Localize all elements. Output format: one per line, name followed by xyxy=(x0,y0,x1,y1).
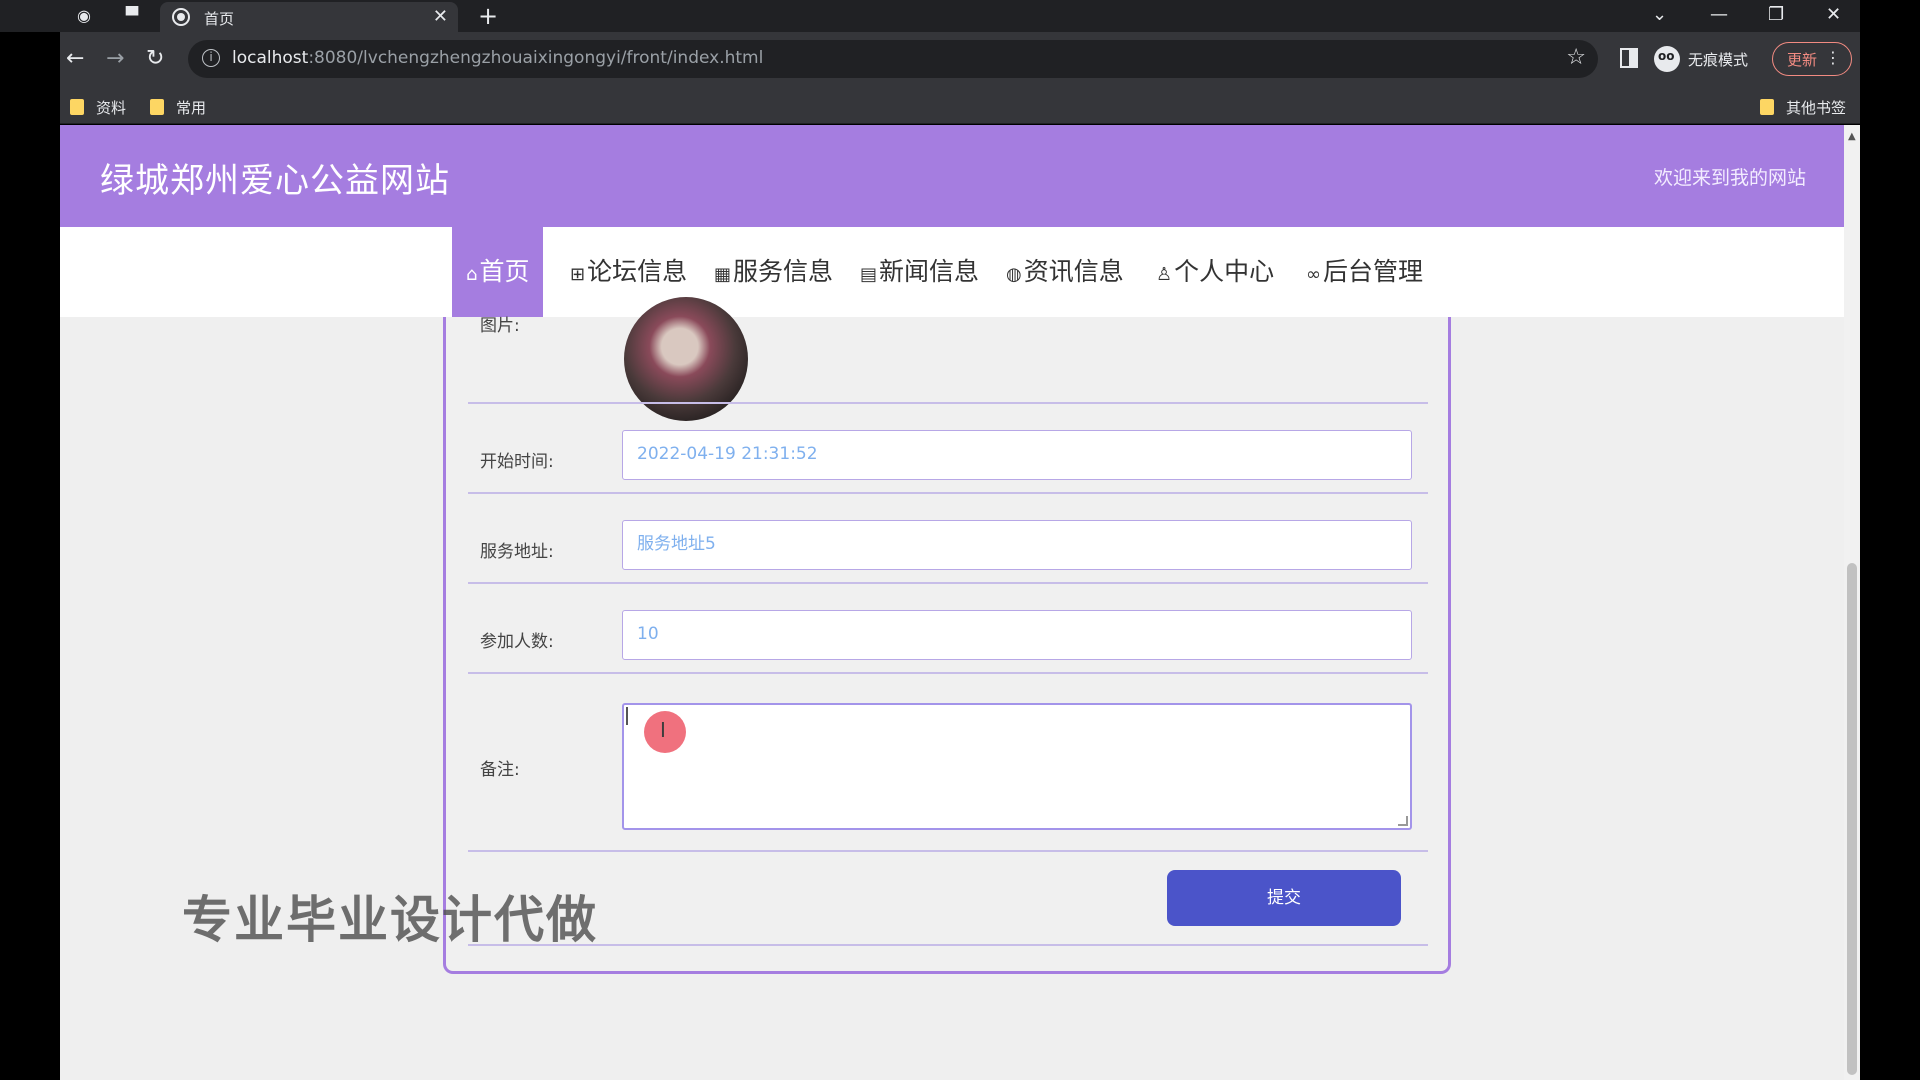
remark-label: 备注: xyxy=(480,760,520,780)
close-tab-icon[interactable]: ✕ xyxy=(433,6,448,27)
start-time-input[interactable]: 2022-04-19 21:31:52 xyxy=(622,430,1412,480)
reload-icon[interactable]: ↻ xyxy=(146,46,164,72)
globe-icon: ◍ xyxy=(1006,264,1022,285)
bookmark-folder-changyong[interactable]: 常用 xyxy=(150,97,206,117)
submit-button[interactable]: 提交 xyxy=(1167,870,1401,926)
scrollbar-thumb[interactable] xyxy=(1847,563,1857,1075)
address-input[interactable]: 服务地址5 xyxy=(622,520,1412,570)
service-form: 图片: 开始时间: 2022-04-19 21:31:52 服务地址: 服务地址… xyxy=(443,297,1451,974)
nav-item-services[interactable]: ▦服务信息 xyxy=(714,227,833,317)
gift-icon: ⊞ xyxy=(570,264,586,285)
forward-icon[interactable]: → xyxy=(106,46,124,72)
site-info-icon[interactable]: i xyxy=(202,49,220,67)
new-tab-icon[interactable]: + xyxy=(478,2,498,30)
globe-icon xyxy=(172,8,190,26)
incognito-label: 无痕模式 xyxy=(1688,51,1749,69)
site-header: 绿城郑州爱心公益网站 欢迎来到我的网站 xyxy=(60,125,1844,227)
grid-icon: ▦ xyxy=(714,264,732,285)
nav-item-home[interactable]: ⌂首页 xyxy=(452,227,544,317)
scroll-up-icon[interactable]: ▲ xyxy=(1848,131,1856,142)
row-divider xyxy=(468,582,1428,584)
folder-icon xyxy=(70,99,84,115)
apps-icon: ▤ xyxy=(860,264,878,285)
image-label: 图片: xyxy=(480,316,520,336)
row-divider xyxy=(468,672,1428,674)
window-close-icon[interactable]: ✕ xyxy=(1826,4,1841,25)
address-bar[interactable]: i localhost:8080/lvchengzhengzhouaixingo… xyxy=(188,40,1598,78)
nav-item-profile[interactable]: ♙个人中心 xyxy=(1156,227,1274,317)
window-tab-search-icon[interactable]: ▀ xyxy=(122,6,142,26)
update-button[interactable]: 更新 ⋮ xyxy=(1772,42,1852,76)
user-icon: ♙ xyxy=(1156,264,1173,285)
url-text[interactable]: localhost:8080/lvchengzhengzhouaixingong… xyxy=(232,48,763,68)
participants-input[interactable]: 10 xyxy=(622,610,1412,660)
other-bookmarks[interactable]: 其他书签 xyxy=(1760,97,1846,117)
watermark-text: 专业毕业设计代做 xyxy=(182,891,598,949)
text-caret xyxy=(626,707,628,725)
tab-title: 首页 xyxy=(204,10,235,28)
back-icon[interactable]: ← xyxy=(66,46,84,72)
screen-margin-right xyxy=(1860,0,1920,1080)
link-icon: ∞ xyxy=(1306,264,1321,285)
tab-dropdown-icon[interactable]: ⌄ xyxy=(1652,4,1667,25)
bookmark-folder-ziliao[interactable]: 资料 xyxy=(70,97,126,117)
participants-label: 参加人数: xyxy=(480,632,554,652)
browser-logo-icon[interactable]: ◉ xyxy=(74,6,94,26)
row-divider xyxy=(468,944,1428,946)
update-label: 更新 xyxy=(1787,51,1818,69)
text-cursor-icon: I xyxy=(660,718,666,742)
screen-margin-left xyxy=(0,32,60,1080)
browser-tab-strip: ◉ ▀ 首页 ✕ + ⌄ — ❐ ✕ xyxy=(0,0,1860,32)
minimize-icon[interactable]: — xyxy=(1710,4,1728,25)
restore-icon[interactable]: ❐ xyxy=(1768,4,1784,25)
more-menu-icon[interactable]: ⋮ xyxy=(1825,48,1841,67)
side-panel-icon[interactable] xyxy=(1620,48,1638,68)
browser-tab[interactable]: 首页 ✕ xyxy=(160,2,458,32)
site-title: 绿城郑州爱心公益网站 xyxy=(100,161,450,201)
mouse-cursor-highlight: I xyxy=(644,711,686,753)
page-scrollbar[interactable]: ▲ xyxy=(1844,125,1860,1080)
nav-item-admin[interactable]: ∞后台管理 xyxy=(1306,227,1423,317)
row-divider xyxy=(468,402,1428,404)
welcome-text: 欢迎来到我的网站 xyxy=(1653,167,1806,189)
start-time-label: 开始时间: xyxy=(480,452,554,472)
incognito-icon xyxy=(1654,46,1680,72)
nav-item-news[interactable]: ▤新闻信息 xyxy=(860,227,979,317)
browser-toolbar: ← → ↻ i localhost:8080/lvchengzhengzhoua… xyxy=(60,32,1860,88)
remark-textarea[interactable]: I xyxy=(622,703,1412,830)
row-divider xyxy=(468,850,1428,852)
address-label: 服务地址: xyxy=(480,542,554,562)
row-divider xyxy=(468,492,1428,494)
nav-item-articles[interactable]: ◍资讯信息 xyxy=(1006,227,1124,317)
folder-icon xyxy=(1760,99,1774,115)
bookmark-star-icon[interactable]: ☆ xyxy=(1566,45,1586,70)
resize-handle[interactable] xyxy=(1398,816,1408,826)
folder-icon xyxy=(150,99,164,115)
bookmarks-bar: 资料 常用 其他书签 xyxy=(60,88,1860,124)
home-icon: ⌂ xyxy=(466,264,478,285)
main-nav: ⌂首页 ⊞论坛信息 ▦服务信息 ▤新闻信息 ◍资讯信息 ♙个人中心 ∞后台管理 xyxy=(60,227,1844,317)
